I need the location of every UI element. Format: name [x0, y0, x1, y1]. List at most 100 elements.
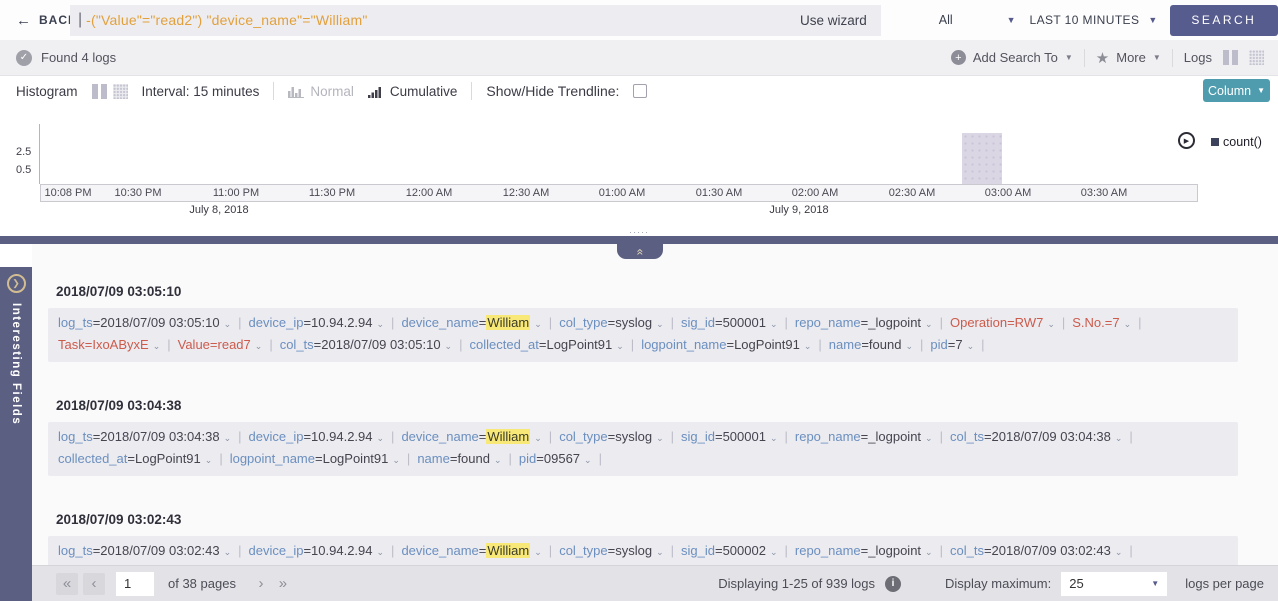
- use-wizard-link[interactable]: Use wizard: [800, 13, 871, 28]
- field-dropdown-icon: ⌄: [616, 341, 624, 351]
- field-dropdown-icon: ⌄: [205, 455, 213, 465]
- divider: [1172, 49, 1173, 67]
- log-field[interactable]: device_name=William⌄: [401, 313, 541, 335]
- log-fields: log_ts=2018/07/09 03:02:43⌄ | device_ip=10…: [48, 536, 1238, 565]
- logs-label: Logs: [1184, 50, 1212, 65]
- cumulative-mode-button[interactable]: Cumulative: [368, 84, 458, 99]
- log-field[interactable]: device_ip=10.94.2.94⌄: [249, 313, 385, 335]
- field-divider: |: [238, 543, 241, 558]
- log-field[interactable]: logpoint_name=LogPoint91⌄: [641, 335, 811, 357]
- log-field[interactable]: sig_id=500001⌄: [681, 313, 778, 335]
- x-axis-tick: 03:00 AM: [985, 187, 1031, 199]
- log-field[interactable]: name=found⌄: [829, 335, 913, 357]
- page-number-input[interactable]: [116, 572, 154, 596]
- log-field[interactable]: col_ts=2018/07/09 03:05:10⌄: [280, 335, 452, 357]
- field-divider: |: [981, 337, 984, 352]
- more-button[interactable]: ★ More ▼: [1096, 49, 1161, 67]
- interesting-fields-panel: ❯ Interesting Fields: [0, 267, 32, 601]
- field-dropdown-icon: ⌄: [804, 341, 812, 351]
- field-divider: |: [238, 315, 241, 330]
- log-field[interactable]: repo_name=_logpoint⌄: [795, 427, 933, 449]
- results-toolbar: ✓ Found 4 logs + Add Search To ▼ ★ More …: [0, 40, 1278, 76]
- log-field[interactable]: collected_at=LogPoint91⌄: [58, 449, 212, 471]
- x-axis-strip[interactable]: 10:08 PM10:30 PM11:00 PM11:30 PM12:00 AM…: [40, 184, 1198, 202]
- log-field[interactable]: col_ts=2018/07/09 03:02:43⌄: [950, 541, 1122, 563]
- info-icon[interactable]: i: [885, 576, 901, 592]
- log-entry: 2018/07/09 03:05:10log_ts=2018/07/09 03:…: [48, 284, 1238, 362]
- log-field[interactable]: repo_name=_logpoint⌄: [795, 313, 933, 335]
- grid-view-icon[interactable]: [1249, 50, 1264, 65]
- log-field[interactable]: col_type=syslog⌄: [559, 427, 663, 449]
- x-axis-tick: 11:30 PM: [309, 187, 355, 199]
- last-page-button[interactable]: »: [272, 573, 294, 595]
- log-field[interactable]: col_type=syslog⌄: [559, 541, 663, 563]
- column-view-icon[interactable]: [1223, 50, 1238, 65]
- prev-page-button[interactable]: ‹: [83, 573, 105, 595]
- field-divider: |: [940, 543, 943, 558]
- divider: [471, 82, 472, 100]
- field-dropdown-icon: ⌄: [925, 547, 933, 557]
- log-field[interactable]: pid=7⌄: [930, 335, 974, 357]
- back-button[interactable]: ← BACK: [0, 12, 70, 29]
- log-field[interactable]: logpoint_name=LogPoint91⌄: [230, 449, 400, 471]
- log-field[interactable]: repo_name=_logpoint⌄: [795, 541, 933, 563]
- log-field[interactable]: collected_at=LogPoint91⌄: [469, 335, 623, 357]
- log-field[interactable]: pid=09567⌄: [519, 449, 592, 471]
- display-maximum-select[interactable]: 25 ▼: [1061, 572, 1167, 596]
- log-field[interactable]: col_type=syslog⌄: [559, 313, 663, 335]
- interesting-fields-title: Interesting Fields: [10, 303, 22, 425]
- y-axis-tick: 2.5: [16, 146, 31, 158]
- collapse-histogram-button[interactable]: «: [617, 244, 663, 259]
- field-dropdown-icon: ⌄: [770, 433, 778, 443]
- time-range-value: LAST 10 MINUTES: [1030, 13, 1140, 27]
- field-dropdown-icon: ⌄: [656, 319, 664, 329]
- time-range-dropdown[interactable]: LAST 10 MINUTES ▼: [1030, 13, 1158, 27]
- search-query-input[interactable]: | -("Value"="read2") "device_name"="Will…: [70, 5, 881, 36]
- log-field[interactable]: device_ip=10.94.2.94⌄: [249, 427, 385, 449]
- column-type-dropdown[interactable]: Column ▼: [1203, 79, 1270, 102]
- log-field[interactable]: col_ts=2018/07/09 03:04:38⌄: [950, 427, 1122, 449]
- log-field[interactable]: log_ts=2018/07/09 03:04:38⌄: [58, 427, 231, 449]
- field-divider: |: [818, 337, 821, 352]
- next-page-button[interactable]: ›: [250, 573, 272, 595]
- log-field[interactable]: sig_id=500002⌄: [681, 541, 778, 563]
- normal-label: Normal: [310, 84, 354, 99]
- play-icon[interactable]: ▶: [1178, 132, 1195, 149]
- log-field[interactable]: Value=read7⌄: [178, 335, 263, 357]
- histogram-bar[interactable]: [962, 133, 1002, 184]
- log-field[interactable]: device_name=William⌄: [401, 541, 541, 563]
- histogram-bars-view-icon[interactable]: [92, 84, 107, 99]
- log-field[interactable]: device_name=William⌄: [401, 427, 541, 449]
- search-query-text: -("Value"="read2") "device_name"="Willia…: [86, 12, 367, 28]
- field-dropdown-icon: ⌄: [925, 433, 933, 443]
- repo-scope-dropdown[interactable]: All ▼: [939, 13, 1016, 27]
- field-dropdown-icon: ⌄: [392, 455, 400, 465]
- log-field[interactable]: Operation=RW7⌄: [950, 313, 1055, 335]
- histogram-grid-view-icon[interactable]: [113, 84, 128, 99]
- field-divider: |: [631, 337, 634, 352]
- first-page-button[interactable]: «: [56, 573, 78, 595]
- search-header: ← BACK | -("Value"="read2") "device_name…: [0, 0, 1278, 40]
- normal-mode-button[interactable]: Normal: [288, 84, 354, 99]
- chevron-down-icon: ▼: [1065, 53, 1073, 62]
- log-field[interactable]: name=found⌄: [417, 449, 501, 471]
- search-button[interactable]: SEARCH: [1170, 5, 1278, 36]
- expand-panel-icon[interactable]: ❯: [7, 274, 26, 293]
- column-type-value: Column: [1208, 84, 1251, 98]
- log-field[interactable]: device_ip=10.94.2.94⌄: [249, 541, 385, 563]
- log-field[interactable]: sig_id=500001⌄: [681, 427, 778, 449]
- log-field[interactable]: log_ts=2018/07/09 03:02:43⌄: [58, 541, 231, 563]
- trendline-checkbox[interactable]: [633, 84, 647, 98]
- field-divider: |: [940, 315, 943, 330]
- log-field[interactable]: Task=IxoAByxE⌄: [58, 335, 160, 357]
- chevron-down-icon: ▼: [1151, 579, 1159, 588]
- field-divider: |: [238, 429, 241, 444]
- star-icon: ★: [1096, 49, 1109, 67]
- log-entry: 2018/07/09 03:02:43log_ts=2018/07/09 03:…: [48, 512, 1238, 565]
- log-field[interactable]: log_ts=2018/07/09 03:05:10⌄: [58, 313, 231, 335]
- add-search-to-button[interactable]: + Add Search To ▼: [951, 50, 1073, 65]
- x-axis-tick: 02:30 AM: [889, 187, 935, 199]
- log-field[interactable]: S.No.=7⌄: [1072, 313, 1131, 335]
- field-divider: |: [671, 543, 674, 558]
- field-dropdown-icon: ⌄: [377, 319, 385, 329]
